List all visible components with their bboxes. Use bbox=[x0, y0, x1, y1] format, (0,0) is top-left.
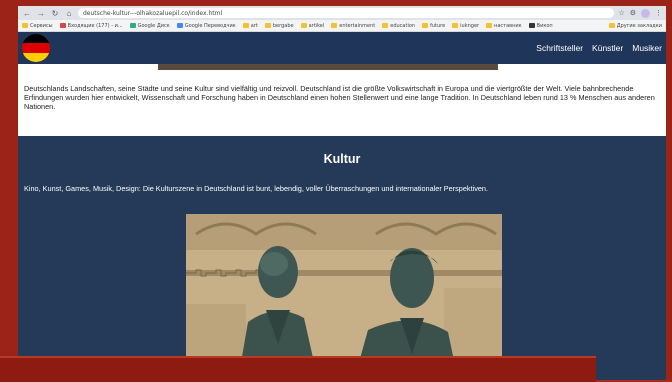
bookmark-item[interactable]: bergabe bbox=[264, 23, 294, 29]
browser-window: ← → ↻ ⌂ deutsche-kultur---olhakozaluepil… bbox=[18, 6, 666, 380]
folder-icon bbox=[486, 23, 493, 28]
profile-avatar[interactable] bbox=[641, 8, 650, 18]
site-navbar: Schriftsteller Künstler Musiker bbox=[18, 32, 666, 70]
bookmarks-bar: Сервисы Входящие (177) - и... Google Дис… bbox=[18, 20, 666, 32]
bookmark-item[interactable]: Google Переводчик bbox=[176, 23, 236, 29]
intro-section: Deutschlands Landschaften, seine Städte … bbox=[18, 64, 666, 144]
apps-icon bbox=[22, 23, 28, 28]
bookmark-item[interactable]: future bbox=[422, 23, 445, 29]
nav-link-kuenstler[interactable]: Künstler bbox=[592, 43, 623, 53]
folder-icon bbox=[608, 23, 615, 28]
bookmark-item[interactable]: artikel bbox=[300, 23, 324, 29]
folder-icon bbox=[422, 23, 429, 28]
address-bar[interactable]: deutsche-kultur---olhakozaluepil.co/inde… bbox=[78, 8, 615, 18]
back-icon[interactable]: ← bbox=[22, 9, 32, 18]
bookmark-item[interactable]: entertainment bbox=[331, 23, 375, 29]
browser-toolbar: ← → ↻ ⌂ deutsche-kultur---olhakozaluepil… bbox=[18, 6, 666, 20]
bookmark-item[interactable]: наставник bbox=[486, 23, 522, 29]
folder-icon bbox=[452, 23, 459, 28]
intro-text: Deutschlands Landschaften, seine Städte … bbox=[24, 84, 655, 112]
folder-icon bbox=[300, 23, 307, 28]
bookmark-item[interactable]: education bbox=[382, 23, 415, 29]
mail-icon bbox=[59, 23, 66, 28]
bookmark-item[interactable]: Сервисы bbox=[22, 23, 53, 29]
kultur-section: Kultur Kino, Kunst, Games, Musik, Design… bbox=[18, 136, 666, 380]
translate-icon bbox=[176, 23, 183, 28]
bookmark-item[interactable]: Google Диск bbox=[129, 23, 170, 29]
home-icon[interactable]: ⌂ bbox=[64, 9, 74, 18]
folder-icon bbox=[264, 23, 271, 28]
kultur-title: Kultur bbox=[323, 152, 361, 166]
wiki-icon bbox=[528, 23, 535, 28]
bookmark-item[interactable]: iuknger bbox=[452, 23, 479, 29]
nav-link-schriftsteller[interactable]: Schriftsteller bbox=[536, 43, 583, 53]
folder-icon bbox=[331, 23, 338, 28]
other-bookmarks[interactable]: Другие закладки bbox=[608, 23, 662, 29]
bookmark-item[interactable]: Викоп bbox=[528, 23, 553, 29]
nav-link-musiker[interactable]: Musiker bbox=[632, 43, 662, 53]
folder-icon bbox=[242, 23, 249, 28]
bookmark-item[interactable]: Входящие (177) - и... bbox=[59, 23, 123, 29]
extensions-icon[interactable]: ⚙ bbox=[630, 9, 636, 18]
taskbar-strip bbox=[0, 356, 596, 382]
hero-image-bottom bbox=[158, 64, 498, 70]
folder-icon bbox=[382, 23, 389, 28]
kultur-text: Kino, Kunst, Games, Musik, Design: Die K… bbox=[24, 184, 489, 193]
bookmark-item[interactable]: art bbox=[242, 23, 258, 29]
reload-icon[interactable]: ↻ bbox=[50, 9, 60, 18]
star-icon[interactable]: ☆ bbox=[618, 9, 624, 18]
url-text: deutsche-kultur---olhakozaluepil.co/inde… bbox=[83, 9, 223, 17]
germany-flag-logo[interactable] bbox=[22, 34, 50, 62]
nav-links: Schriftsteller Künstler Musiker bbox=[536, 43, 666, 53]
menu-icon[interactable]: ⋮ bbox=[655, 9, 662, 18]
forward-icon[interactable]: → bbox=[36, 9, 46, 18]
drive-icon bbox=[129, 23, 136, 28]
